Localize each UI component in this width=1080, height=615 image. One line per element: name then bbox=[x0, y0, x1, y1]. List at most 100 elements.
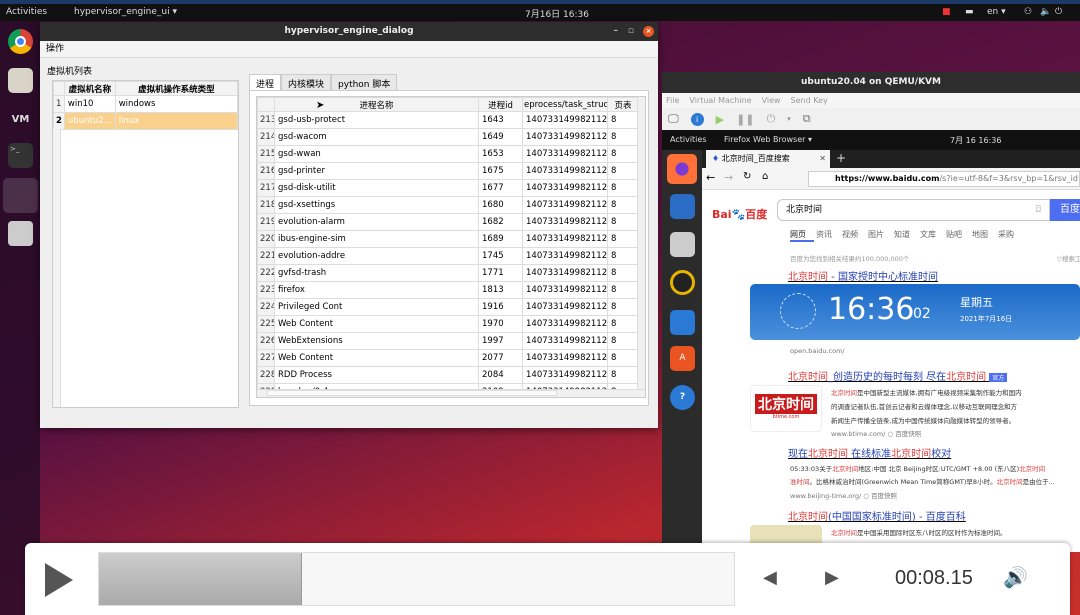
process-row[interactable]: 222gvfsd-trash17711407331499821128 bbox=[257, 264, 639, 282]
process-row[interactable]: 225Web Content19701407331499821128 bbox=[257, 315, 639, 333]
rhythmbox-icon[interactable] bbox=[670, 270, 695, 295]
btime-logo[interactable]: 北京时间 btime.com bbox=[750, 385, 822, 432]
volume-icon[interactable]: 🔊 bbox=[1003, 565, 1028, 589]
tab-python-script[interactable]: python 脚本 bbox=[331, 74, 398, 91]
process-row[interactable]: 216gsd-printer16751407331499821128 bbox=[257, 162, 639, 180]
col-eprocess[interactable]: eprocess/task_struct bbox=[522, 97, 608, 112]
search-input[interactable]: 北京时间 ⌼ bbox=[777, 199, 1050, 221]
tab-processes[interactable]: 进程 bbox=[249, 74, 282, 91]
search-nav-1[interactable]: 资讯 bbox=[816, 229, 832, 240]
thunderbird-icon[interactable] bbox=[670, 194, 695, 219]
process-row[interactable]: 224Privileged Cont19161407331499821128 bbox=[257, 298, 639, 316]
close-button[interactable]: × bbox=[643, 26, 654, 37]
info-icon[interactable]: i bbox=[690, 112, 704, 126]
process-row[interactable]: 221evolution-addre17451407331499821128 bbox=[257, 247, 639, 265]
volume-icon[interactable]: 🔈 bbox=[1040, 7, 1051, 17]
process-row[interactable]: 220ibus-engine-sim16891407331499821128 bbox=[257, 230, 639, 248]
menu-view[interactable]: View bbox=[762, 93, 781, 108]
firefox-icon[interactable] bbox=[667, 154, 697, 184]
home-icon[interactable]: ⌂ bbox=[762, 171, 768, 182]
process-row[interactable]: 223firefox18131407331499821128 bbox=[257, 281, 639, 299]
play-icon[interactable] bbox=[45, 563, 73, 597]
process-table[interactable]: 进程名称 进程id eprocess/task_struct 页表 213gsd… bbox=[256, 96, 646, 398]
tab-close-icon[interactable]: ✕ bbox=[819, 150, 826, 168]
terminal-icon[interactable]: >_ bbox=[8, 143, 33, 168]
process-row[interactable]: 218gsd-xsettings16801407331499821128 bbox=[257, 196, 639, 214]
url-bar[interactable]: https://www.baidu.com/s?ie=utf-8&f=3&rsv… bbox=[808, 171, 1080, 187]
snapshot-link[interactable]: 百度快照 bbox=[871, 492, 897, 500]
chrome-icon[interactable] bbox=[8, 29, 33, 54]
guest-clock[interactable]: 7月 16 16:36 bbox=[950, 135, 1001, 146]
process-row[interactable]: 219evolution-alarm16821407331499821128 bbox=[257, 213, 639, 231]
vm-row[interactable]: 1 win10 windows bbox=[53, 95, 239, 113]
process-row[interactable]: 215gsd-wwan16531407331499821128 bbox=[257, 145, 639, 163]
virt-manager-icon[interactable]: VM bbox=[8, 107, 33, 132]
files-icon[interactable] bbox=[8, 68, 33, 93]
maximize-button[interactable]: ▫ bbox=[628, 22, 634, 41]
run-icon[interactable]: ▶ bbox=[716, 113, 724, 126]
writer-icon[interactable] bbox=[670, 310, 695, 335]
app-menu[interactable]: hypervisor_engine_ui ▾ bbox=[74, 7, 177, 17]
new-tab-icon[interactable]: + bbox=[836, 151, 846, 165]
guest-activities[interactable]: Activities bbox=[670, 135, 707, 144]
menu-operations[interactable]: 操作 bbox=[46, 44, 64, 54]
screen-icon[interactable]: ▬ bbox=[965, 7, 974, 17]
record-icon[interactable]: ■ bbox=[942, 7, 951, 17]
software-icon[interactable]: A bbox=[670, 346, 695, 371]
help-icon[interactable]: ? bbox=[670, 385, 695, 410]
search-nav-6[interactable]: 贴吧 bbox=[946, 229, 962, 240]
baidu-logo[interactable]: Bai🐾百度 bbox=[712, 206, 767, 222]
search-nav-4[interactable]: 知道 bbox=[894, 229, 910, 240]
col-vm-os[interactable]: 虚拟机操作系统类型 bbox=[114, 81, 239, 96]
shutdown-icon[interactable]: ⏻ bbox=[767, 112, 776, 126]
search-button[interactable]: 百度 bbox=[1050, 199, 1080, 221]
col-process-name[interactable]: 进程名称 bbox=[274, 97, 479, 112]
process-row[interactable]: 226WebExtensions19971407331499821128 bbox=[257, 332, 639, 350]
result-3-url[interactable]: www.beijing-time.org/ bbox=[790, 492, 861, 500]
snapshot-link[interactable]: 百度快照 bbox=[895, 430, 921, 438]
search-tools[interactable]: ▽搜索工 bbox=[1057, 253, 1080, 263]
network-icon[interactable]: ⚇ bbox=[1024, 7, 1032, 17]
vm-row-selected[interactable]: 2 ubuntu2... linux bbox=[53, 112, 239, 130]
search-nav-5[interactable]: 文库 bbox=[920, 229, 936, 240]
guest-app-menu[interactable]: Firefox Web Browser ▾ bbox=[724, 135, 812, 144]
next-frame-icon[interactable]: ▶ bbox=[825, 567, 839, 588]
menu-virtual-machine[interactable]: Virtual Machine bbox=[689, 93, 751, 108]
guest-files-icon[interactable] bbox=[670, 232, 695, 257]
process-row[interactable]: 214gsd-wacom16491407331499821128 bbox=[257, 128, 639, 146]
col-pid[interactable]: 进程id bbox=[478, 97, 523, 112]
process-row[interactable]: 217gsd-disk-utilit16771407331499821128 bbox=[257, 179, 639, 197]
disk-icon[interactable] bbox=[8, 221, 33, 246]
camera-icon[interactable]: ⌼ bbox=[1036, 200, 1041, 220]
process-row[interactable]: 213gsd-usb-protect16431407331499821128 bbox=[257, 111, 639, 129]
result-3-title[interactable]: 现在北京时间 在线标准北京时间校对 bbox=[788, 445, 951, 460]
previous-frame-icon[interactable]: ◀ bbox=[763, 567, 777, 588]
reload-icon[interactable]: ↻ bbox=[743, 171, 751, 182]
vertical-scrollbar[interactable] bbox=[637, 97, 645, 391]
power-icon[interactable]: ⏻ bbox=[1055, 7, 1062, 17]
seek-bar[interactable] bbox=[98, 552, 735, 606]
forward-icon[interactable]: → bbox=[724, 171, 733, 184]
app-icon-active[interactable] bbox=[3, 178, 38, 213]
search-nav-2[interactable]: 视频 bbox=[842, 229, 858, 240]
activities-button[interactable]: Activities bbox=[6, 7, 47, 17]
result-1-title[interactable]: 北京时间 - 国家授时中心标准时间 bbox=[788, 268, 938, 283]
search-nav-7[interactable]: 地图 bbox=[972, 229, 988, 240]
snapshot-icon[interactable]: ⧉ bbox=[803, 112, 811, 126]
search-nav-8[interactable]: 采购 bbox=[998, 229, 1014, 240]
col-page-table[interactable]: 页表 bbox=[607, 97, 639, 112]
menu-send-key[interactable]: Send Key bbox=[791, 93, 828, 108]
minimize-button[interactable]: – bbox=[614, 22, 619, 41]
search-nav-0[interactable]: 网页 bbox=[790, 229, 806, 240]
clock-card[interactable]: 16:36 02 星期五 2021年7月16日 bbox=[750, 284, 1080, 340]
result-4-title[interactable]: 北京时间(中国国家标准时间) - 百度百科 bbox=[788, 508, 966, 523]
browser-tab[interactable]: ♦ 北京时间_百度搜索 ✕ bbox=[706, 150, 830, 168]
process-row[interactable]: 228RDD Process20841407331499821128 bbox=[257, 366, 639, 384]
console-icon[interactable]: 🖵 bbox=[668, 112, 679, 126]
process-row[interactable]: 227Web Content20771407331499821128 bbox=[257, 349, 639, 367]
horizontal-scrollbar[interactable] bbox=[257, 389, 645, 397]
shutdown-dropdown-icon[interactable]: ▾ bbox=[787, 115, 791, 123]
menu-file[interactable]: File bbox=[666, 93, 679, 108]
clock[interactable]: 7月16日 16:36 bbox=[525, 7, 589, 20]
pause-icon[interactable]: ❚❚ bbox=[736, 113, 754, 126]
